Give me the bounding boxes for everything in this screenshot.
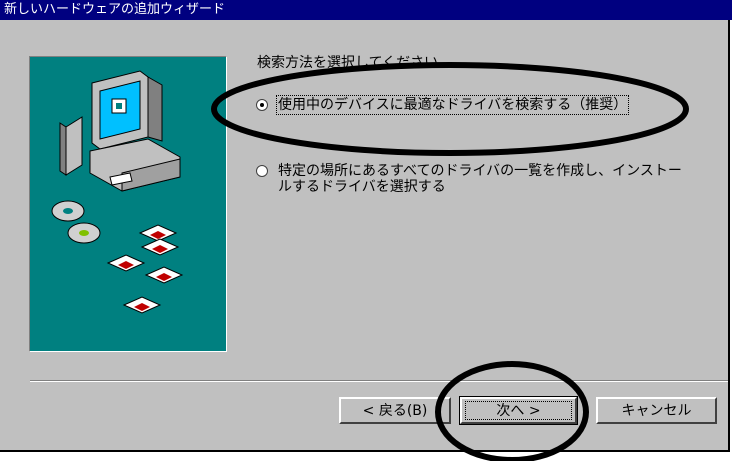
option-label: 使用中のデバイスに最適なドライバを検索する（推奨） bbox=[275, 95, 630, 115]
title-bar[interactable]: 新しいハードウェアの追加ウィザード bbox=[0, 0, 732, 20]
wizard-illustration bbox=[29, 56, 227, 352]
search-method-prompt: 検索方法を選択してください。 bbox=[257, 55, 453, 71]
radio-button[interactable] bbox=[256, 165, 268, 177]
button-separator bbox=[30, 380, 728, 382]
back-button[interactable]: < 戻る(B) bbox=[339, 397, 451, 424]
next-button[interactable]: 次へ > bbox=[459, 396, 578, 425]
cancel-button[interactable]: キャンセル bbox=[596, 397, 717, 424]
window-title: 新しいハードウェアの追加ウィザード bbox=[4, 2, 226, 17]
option-label: 特定の場所にあるすべてのドライバの一覧を作成し、インストールするドライバを選択す… bbox=[278, 163, 682, 195]
wizard-window: 新しいハードウェアの追加ウィザード 検索方法を選択してください。 使用中のデバイ… bbox=[0, 0, 732, 452]
radio-button-selected[interactable] bbox=[256, 99, 268, 111]
computer-with-disks-icon bbox=[51, 70, 184, 314]
